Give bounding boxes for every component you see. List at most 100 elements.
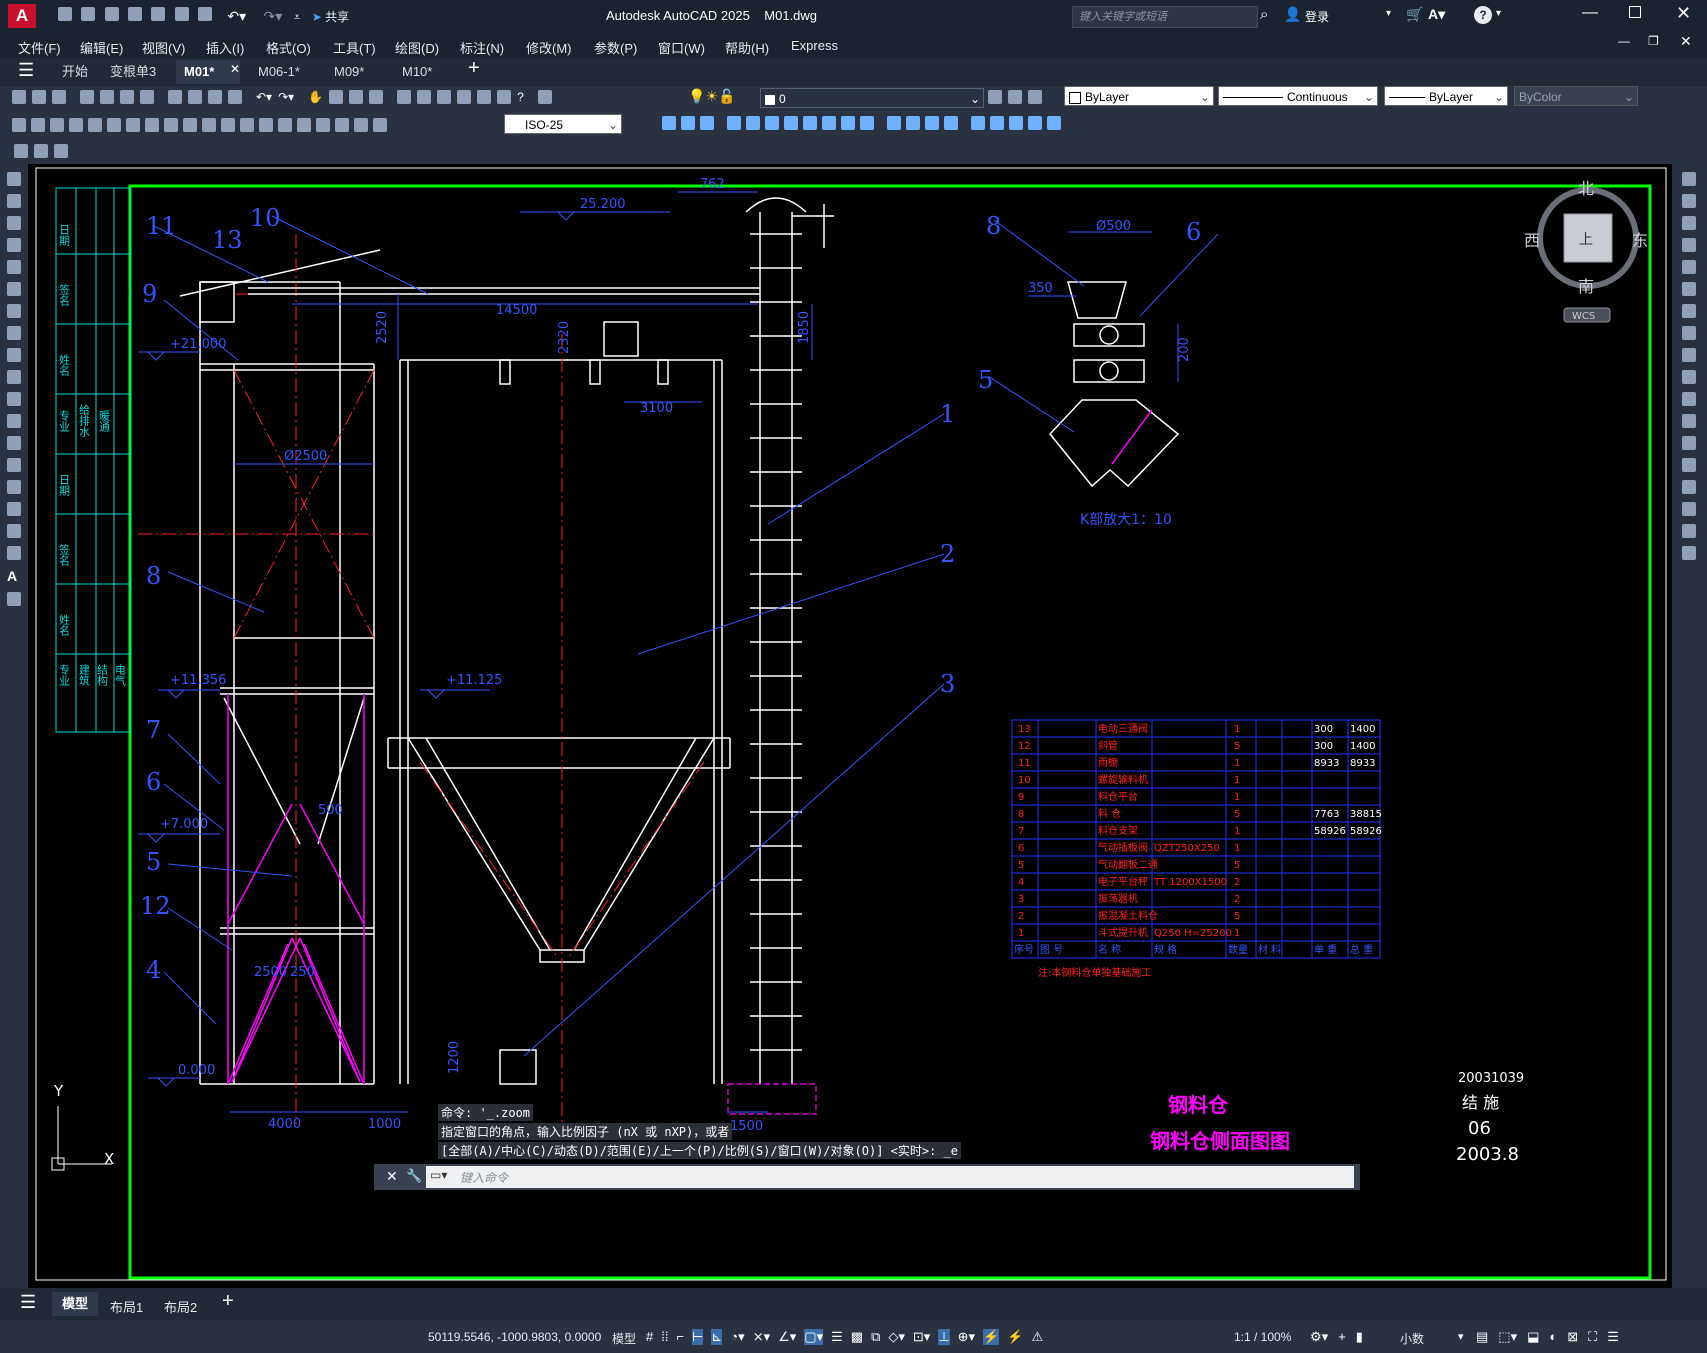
array-icon[interactable] [1682,260,1696,274]
new-icon[interactable] [58,7,72,21]
join-icon[interactable] [1682,458,1696,472]
break-icon[interactable] [1682,436,1696,450]
mirror-icon[interactable] [1682,216,1696,230]
angular-icon[interactable] [145,118,159,132]
insert-icon[interactable] [7,414,21,428]
doc-restore-icon[interactable]: ❐ [1648,34,1659,48]
rectangle-icon[interactable] [7,260,21,274]
tab-m10[interactable]: M10* [394,60,440,84]
make-block-icon[interactable] [7,436,21,450]
plot-preview-icon[interactable] [100,90,114,104]
modify-12-icon[interactable] [887,116,901,130]
modify-4-icon[interactable] [727,116,741,130]
menu-express[interactable]: Express [791,38,838,53]
selection-cycling-icon[interactable]: ▢▾ [804,1329,824,1345]
pan-icon[interactable]: ✋ [308,90,323,104]
menu-format[interactable]: 格式(O) [266,38,311,57]
login-label[interactable]: 登录 [1305,8,1329,25]
annotation-scale-label[interactable]: 1:1 / 100% [1234,1330,1291,1344]
modify-9-icon[interactable] [822,116,836,130]
menu-tools[interactable]: 工具(T) [333,38,376,57]
design-center-icon[interactable] [417,90,432,104]
quick-properties-icon[interactable]: ▤ [1476,1329,1488,1345]
menu-help[interactable]: 帮助(H) [725,38,769,57]
layout-menu-icon[interactable]: ☰ [20,1292,36,1313]
lineweight-dropdown[interactable]: ByLayer ⌄ [1384,86,1508,106]
ortho-icon[interactable]: ⊢ [692,1329,704,1345]
workspace-gear-icon[interactable]: ⚙▾ [1310,1329,1328,1345]
revcloud-icon[interactable] [7,326,21,340]
drawing-canvas[interactable]: 日期 签名 姓名 专业 给排水 暖通 日期 签名 姓名 专业 建筑 结构 电气 [28,164,1672,1288]
autocad-logo[interactable]: A [8,4,36,28]
dim-update-icon[interactable] [373,118,387,132]
layer-states-icon[interactable] [1028,90,1042,104]
mtext-icon[interactable]: A [7,568,21,584]
customization-icon[interactable]: ☰ [1607,1329,1619,1345]
polar-icon[interactable]: ◔▾ [730,1329,744,1345]
search-input[interactable]: 键入关键字或短语 [1073,11,1167,23]
plot-file-icon[interactable] [80,90,94,104]
modify-20-icon[interactable] [1047,116,1061,130]
layer-lock-icon[interactable]: 🔓 [718,88,735,104]
tab-close-icon[interactable]: ✕ [230,62,240,76]
hamburger-menu-icon[interactable]: ☰ [18,60,34,81]
calculator-icon[interactable] [497,90,512,104]
modify-16-icon[interactable] [971,116,985,130]
gradient-icon[interactable] [7,502,21,516]
close-icon[interactable]: ✕ [1676,3,1691,24]
arc-icon[interactable] [7,282,21,296]
blend-icon[interactable] [1682,524,1696,538]
menu-dimension[interactable]: 标注(N) [460,38,504,57]
qnew-icon[interactable] [12,90,26,104]
jogged-icon[interactable] [107,118,121,132]
menu-insert[interactable]: 插入(I) [206,38,244,57]
region-icon[interactable] [7,524,21,538]
tab-layout1[interactable]: 布局1 [110,1297,143,1316]
table-icon[interactable] [7,546,21,560]
tab-drawing-1[interactable]: 变根单3 [102,60,164,84]
continue-icon[interactable] [202,118,216,132]
color-dropdown[interactable]: ByLayer ⌄ [1064,86,1214,106]
tool-palettes-icon[interactable] [437,90,452,104]
open-icon[interactable] [81,7,96,21]
save-icon[interactable] [104,7,119,21]
units-chevron-icon[interactable]: ▾ [1458,1330,1464,1343]
search-icon[interactable]: ⌕ [1260,6,1268,23]
break-point-icon[interactable] [1682,414,1696,428]
publish-icon[interactable] [120,90,134,104]
units-icon[interactable]: ▮ [1356,1329,1363,1345]
copy-object-icon[interactable] [1682,194,1696,208]
toolbar-redo-icon[interactable]: ↷▾ [278,90,294,104]
extend-icon[interactable] [1682,392,1696,406]
quick-dim-icon[interactable] [164,118,178,132]
toolbar-help-icon[interactable]: ? [517,90,524,104]
polyline-icon[interactable] [7,216,21,230]
menu-modify[interactable]: 修改(M) [526,38,572,57]
customize-qat-icon[interactable]: ⩡ [294,10,301,24]
layer-dropdown[interactable]: 0 ⌄ [760,88,984,108]
ellipse-arc-icon[interactable] [7,392,21,406]
modify-11-icon[interactable] [860,116,874,130]
share-icon[interactable]: ➤ [312,10,322,24]
annotation-add-icon[interactable]: + [1338,1329,1346,1345]
save-as-icon[interactable] [128,7,143,21]
share-label[interactable]: 共享 [325,10,349,24]
ordinate-icon[interactable] [69,118,83,132]
menu-draw[interactable]: 绘图(D) [395,38,439,57]
chevron-down-icon[interactable]: ▾ [1386,8,1391,19]
tab-start[interactable]: 开始 [54,60,96,84]
autodesk-a-icon[interactable]: A▾ [1428,6,1445,23]
menu-view[interactable]: 视图(V) [142,38,185,57]
user-icon[interactable]: 👤 [1284,6,1301,23]
circle-icon[interactable] [7,304,21,318]
tab-layout2[interactable]: 布局2 [164,1297,197,1316]
cart-icon[interactable]: 🛒 [1406,6,1423,23]
modify-3-icon[interactable] [700,116,714,130]
toolbar-undo-icon[interactable]: ↶▾ [256,90,272,104]
hardware-acceleration-icon[interactable]: ◐ [1549,1329,1557,1345]
modify-10-icon[interactable] [841,116,855,130]
modify-2-icon[interactable] [681,116,695,130]
point-icon[interactable] [7,458,21,472]
markup-icon[interactable] [477,90,492,104]
zoom-realtime-icon[interactable] [329,90,344,104]
